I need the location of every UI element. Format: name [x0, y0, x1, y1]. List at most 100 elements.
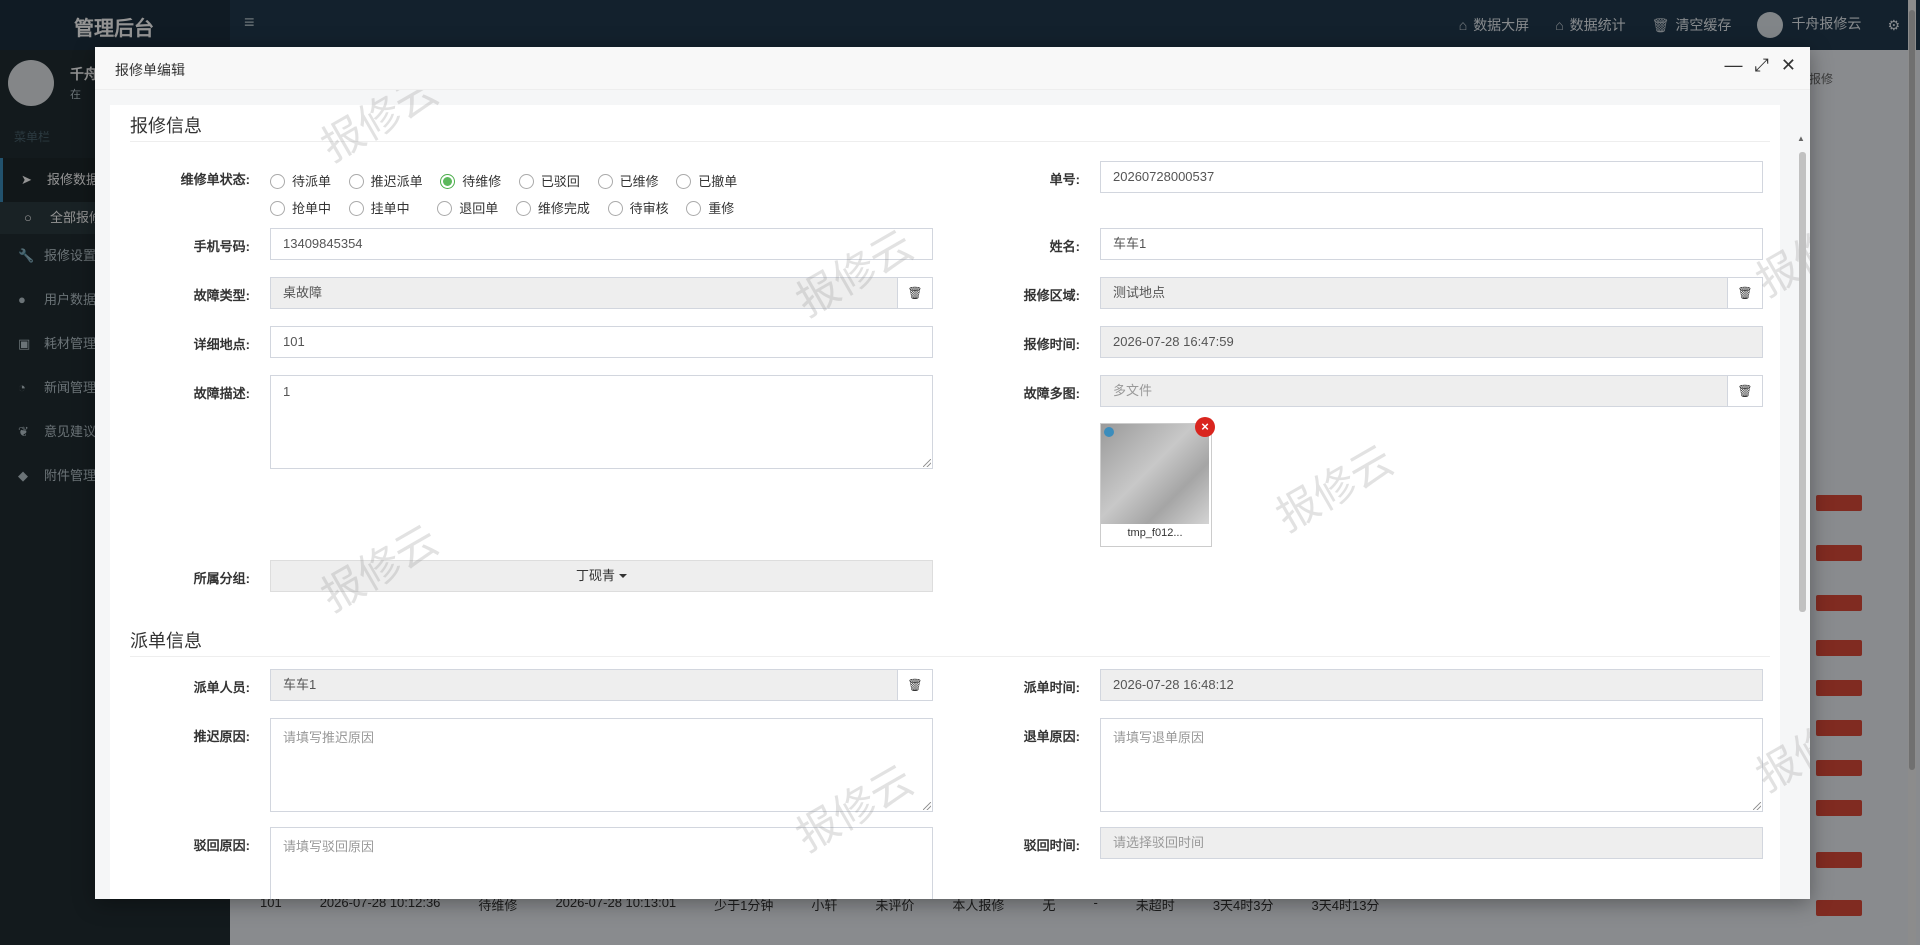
caret-down-icon — [619, 574, 627, 578]
radio-label: 维修完成 — [537, 201, 590, 216]
radio-label: 待维修 — [462, 174, 502, 189]
check-icon — [1104, 427, 1114, 437]
images-field[interactable]: 多文件 — [1100, 375, 1728, 407]
status-radio-withdrawn[interactable]: 已撤单 — [676, 171, 737, 198]
status-radio-group: 待派单 推迟派单 待维修 已驳回 已维修 已撤单 抢单中 挂单中 退回单 维修完… — [270, 171, 810, 225]
section-divider — [130, 656, 1770, 657]
radio-label: 重修 — [708, 201, 735, 216]
close-icon[interactable]: ✕ — [1781, 55, 1796, 76]
status-radio-repaired[interactable]: 已维修 — [597, 171, 659, 198]
radio-circle[interactable] — [437, 201, 453, 216]
radio-label: 已驳回 — [540, 174, 580, 189]
order-no-label: 单号: — [1049, 172, 1080, 187]
trash-icon: 🗑 — [907, 286, 923, 300]
delay-reason-placeholder: 请填写推迟原因 — [283, 730, 375, 745]
status-radio-returned[interactable]: 退回单 — [437, 198, 498, 225]
phone-field[interactable]: 13409845354 — [270, 228, 933, 260]
clear-area-button[interactable]: 🗑 — [1727, 277, 1763, 309]
radio-label: 已撤单 — [698, 174, 738, 189]
status-label: 维修单状态: — [180, 172, 250, 187]
repair-edit-modal: 报修单编辑 — ⤢ ✕ 报修信息 维修单状态: 待派单 推迟派单 待维修 已驳回… — [95, 47, 1810, 899]
radio-circle[interactable] — [440, 174, 456, 189]
watermark: 报修云 — [1268, 436, 1401, 540]
dispatch-time-field[interactable]: 2026-07-28 16:48:12 — [1100, 669, 1763, 701]
radio-circle[interactable] — [348, 201, 364, 216]
repair-time-field[interactable]: 2026-07-28 16:47:59 — [1100, 326, 1763, 358]
delay-reason-label: 推迟原因: — [193, 729, 250, 744]
clear-fault-type-button[interactable]: 🗑 — [897, 277, 933, 309]
radio-circle[interactable] — [607, 201, 623, 216]
desc-text: 1 — [283, 384, 291, 399]
status-radio-pending-repair[interactable]: 待维修 — [440, 171, 501, 198]
radio-circle[interactable] — [676, 174, 692, 189]
reject-time-field[interactable]: 请选择驳回时间 — [1100, 827, 1763, 859]
dispatcher-field[interactable]: 车车1 — [270, 669, 898, 701]
address-field[interactable]: 101 — [270, 326, 933, 358]
repair-time-label: 报修时间: — [1023, 337, 1080, 352]
clear-images-button[interactable]: 🗑 — [1727, 375, 1763, 407]
status-radio-under-review[interactable]: 待审核 — [607, 198, 669, 225]
desc-textarea[interactable]: 1 — [270, 375, 933, 469]
radio-circle[interactable] — [515, 201, 531, 216]
reject-reason-placeholder: 请填写驳回原因 — [283, 839, 375, 854]
address-label: 详细地点: — [193, 337, 250, 352]
radio-circle[interactable] — [270, 174, 285, 189]
return-reason-textarea[interactable]: 请填写退单原因 — [1100, 718, 1763, 812]
form-card: 报修信息 维修单状态: 待派单 推迟派单 待维修 已驳回 已维修 已撤单 抢单中… — [110, 90, 1810, 899]
area-field[interactable]: 测试地点 — [1100, 277, 1728, 309]
resize-grip-icon[interactable] — [923, 802, 931, 810]
radio-label: 推迟派单 — [370, 174, 423, 189]
clear-dispatcher-button[interactable]: 🗑 — [897, 669, 933, 701]
modal-scrollbar-thumb[interactable] — [1799, 152, 1806, 612]
name-label: 姓名: — [1049, 239, 1080, 254]
modal-scrollbar[interactable]: ▲ ▼ — [1797, 134, 1807, 899]
group-value: 丁砚青 — [575, 568, 615, 583]
radio-circle[interactable] — [686, 201, 702, 216]
dispatch-time-label: 派单时间: — [1023, 680, 1080, 695]
image-thumbnail[interactable]: tmp_f012... — [1100, 423, 1212, 547]
desc-label: 故障描述: — [193, 386, 250, 401]
radio-label: 挂单中 — [370, 201, 410, 216]
trash-icon: 🗑 — [1737, 286, 1753, 300]
fault-type-field[interactable]: 桌故障 — [270, 277, 898, 309]
status-radio-rework[interactable]: 重修 — [686, 198, 734, 225]
return-reason-placeholder: 请填写退单原因 — [1113, 730, 1205, 745]
radio-circle[interactable] — [348, 174, 364, 189]
reject-reason-label: 驳回原因: — [193, 838, 250, 853]
radio-circle[interactable] — [518, 174, 534, 189]
modal-body: 报修信息 维修单状态: 待派单 推迟派单 待维修 已驳回 已维修 已撤单 抢单中… — [95, 90, 1810, 899]
section-title-dispatch: 派单信息 — [130, 631, 202, 651]
maximize-icon[interactable]: ⤢ — [1755, 55, 1769, 76]
radio-circle[interactable] — [270, 201, 285, 216]
name-field[interactable]: 车车1 — [1100, 228, 1763, 260]
order-no-field[interactable]: 20260728000537 — [1100, 161, 1763, 193]
resize-grip-icon[interactable] — [923, 459, 931, 467]
radio-label: 待派单 — [292, 174, 332, 189]
dispatcher-label: 派单人员: — [193, 680, 250, 695]
radio-circle[interactable] — [597, 174, 613, 189]
radio-label: 退回单 — [459, 201, 499, 216]
remove-image-icon[interactable]: × — [1195, 417, 1215, 437]
trash-icon: 🗑 — [1737, 384, 1753, 398]
modal-header: 报修单编辑 — ⤢ ✕ — [95, 47, 1810, 90]
status-radio-delayed-dispatch[interactable]: 推迟派单 — [348, 171, 423, 198]
group-select[interactable]: 丁砚青 — [270, 560, 933, 592]
status-radio-completed[interactable]: 维修完成 — [515, 198, 590, 225]
scroll-up-icon[interactable]: ▲ — [1797, 134, 1805, 143]
status-radio-rejected[interactable]: 已驳回 — [518, 171, 580, 198]
minimize-icon[interactable]: — — [1725, 55, 1743, 76]
modal-controls: — ⤢ ✕ — [1725, 55, 1797, 76]
phone-label: 手机号码: — [193, 239, 250, 254]
status-radio-pending-dispatch[interactable]: 待派单 — [270, 171, 331, 198]
status-radio-grabbing[interactable]: 抢单中 — [270, 198, 331, 225]
status-radio-on-hold[interactable]: 挂单中 — [348, 198, 410, 225]
images-label: 故障多图: — [1023, 386, 1080, 401]
return-reason-label: 退单原因: — [1023, 729, 1080, 744]
thumbnail-image — [1101, 424, 1209, 524]
delay-reason-textarea[interactable]: 请填写推迟原因 — [270, 718, 933, 812]
resize-grip-icon[interactable] — [1753, 802, 1761, 810]
reject-time-label: 驳回时间: — [1023, 838, 1080, 853]
reject-reason-textarea[interactable]: 请填写驳回原因 — [270, 827, 933, 899]
radio-label: 待审核 — [629, 201, 669, 216]
fault-type-label: 故障类型: — [193, 288, 250, 303]
